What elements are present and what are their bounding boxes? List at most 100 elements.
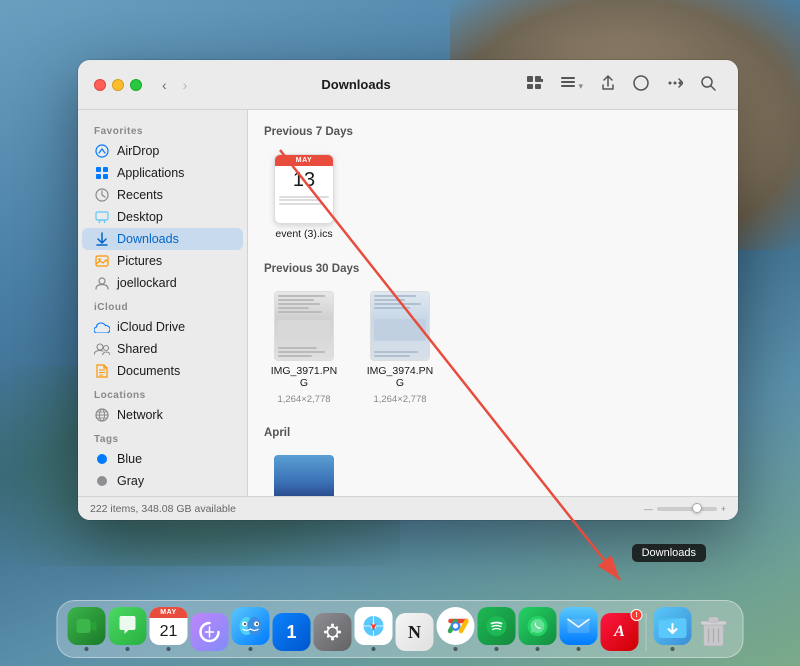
action-button[interactable] <box>661 73 689 96</box>
shared-label: Shared <box>117 342 157 356</box>
downloads-tooltip: Downloads <box>632 544 706 562</box>
slider-track <box>657 507 717 511</box>
img-3971-thumbnail <box>274 291 334 361</box>
airdrop-icon <box>94 143 110 159</box>
files-row-7days: MAY 13 event (3).ics <box>264 148 722 247</box>
img-lines-top <box>278 295 330 313</box>
file-area: Previous 7 Days MAY 13 event (3).ics <box>248 110 738 496</box>
zoom-slider[interactable]: — + <box>644 504 726 514</box>
dock-item-finder[interactable] <box>232 607 270 651</box>
maximize-button[interactable] <box>130 79 142 91</box>
file-name-3974: IMG_3974.PNG <box>366 365 434 390</box>
joellockard-label: joellockard <box>117 276 177 290</box>
file-item-img-3974[interactable]: IMG_3974.PNG 1,264×2,778 <box>360 285 440 411</box>
dock: MAY 21 1 <box>57 600 744 658</box>
status-count: 222 items, 348.08 GB available <box>90 503 236 515</box>
documents-label: Documents <box>117 364 180 378</box>
img-lines-bottom <box>278 347 330 357</box>
dock-item-spotify[interactable] <box>478 607 516 651</box>
minimize-button[interactable] <box>112 79 124 91</box>
facetime-icon <box>68 607 106 645</box>
sidebar-item-recents[interactable]: Recents <box>82 184 243 206</box>
file-meta-3971: 1,264×2,778 <box>277 394 330 405</box>
dock-item-trash[interactable] <box>695 613 733 651</box>
dock-item-system-prefs[interactable] <box>314 613 352 651</box>
sidebar-item-airdrop[interactable]: AirDrop <box>82 140 243 162</box>
section-april-header: April <box>264 427 722 439</box>
acrobat-badge: ! <box>631 609 643 621</box>
file-name-3971: IMG_3971.PNG <box>270 365 338 390</box>
recents-label: Recents <box>117 188 163 202</box>
view-grid-button[interactable] <box>521 73 549 96</box>
file-item-event-ics[interactable]: MAY 13 event (3).ics <box>264 148 344 247</box>
whatsapp-dot <box>536 647 540 651</box>
dock-item-arc[interactable] <box>191 613 229 651</box>
close-button[interactable] <box>94 79 106 91</box>
main-content: Favorites AirDrop <box>78 110 738 496</box>
downloads-label: Downloads <box>117 232 179 246</box>
dock-item-mail[interactable] <box>560 607 598 651</box>
file-name-event-ics: event (3).ics <box>275 228 332 241</box>
finder-dot <box>249 647 253 651</box>
dock-item-notion[interactable]: N <box>396 613 434 651</box>
favorites-label: Favorites <box>78 118 247 140</box>
dock-item-whatsapp[interactable] <box>519 607 557 651</box>
sidebar-item-documents[interactable]: Documents <box>82 360 243 382</box>
trash-icon <box>695 613 733 651</box>
recents-icon <box>94 187 110 203</box>
cal-month: MAY <box>275 155 333 166</box>
sidebar-item-pictures[interactable]: Pictures <box>82 250 243 272</box>
dock-item-1password[interactable]: 1 <box>273 613 311 651</box>
sidebar-item-shared[interactable]: Shared <box>82 338 243 360</box>
files-row-april <box>264 449 722 496</box>
cal-day: 13 <box>275 166 333 192</box>
file-item-april[interactable] <box>264 449 344 496</box>
icloud-drive-label: iCloud Drive <box>117 320 185 334</box>
back-button[interactable]: ‹ <box>158 75 171 95</box>
section-30days-header: Previous 30 Days <box>264 263 722 275</box>
calendar-thumbnail: MAY 13 <box>274 154 334 224</box>
tag-gray-icon <box>94 473 110 489</box>
sidebar-item-network[interactable]: Network <box>82 404 243 426</box>
system-prefs-icon <box>314 613 352 651</box>
arc-icon <box>191 613 229 651</box>
dock-item-facetime[interactable] <box>68 607 106 651</box>
sidebar-item-tag-gray[interactable]: Gray <box>82 470 243 492</box>
sidebar-item-tag-blue[interactable]: Blue <box>82 448 243 470</box>
desktop-label: Desktop <box>117 210 163 224</box>
dock-item-messages[interactable] <box>109 607 147 651</box>
section-7days-header: Previous 7 Days <box>264 126 722 138</box>
spotify-icon <box>478 607 516 645</box>
sidebar-item-applications[interactable]: Applications <box>82 162 243 184</box>
sidebar-item-downloads[interactable]: Downloads <box>82 228 243 250</box>
toolbar-buttons: ▾ <box>521 72 722 97</box>
downloads-folder-dot <box>671 647 675 651</box>
view-list-button[interactable]: ▾ <box>555 74 589 95</box>
dock-item-chrome[interactable] <box>437 607 475 651</box>
files-row-30days: IMG_3971.PNG 1,264×2,778 <box>264 285 722 411</box>
shared-icon <box>94 341 110 357</box>
file-item-img-3971[interactable]: IMG_3971.PNG 1,264×2,778 <box>264 285 344 411</box>
zoom-minus: — <box>644 504 653 514</box>
dock-item-acrobat[interactable]: A ! <box>601 613 639 651</box>
share-button[interactable] <box>595 72 621 97</box>
sidebar-item-icloud-drive[interactable]: iCloud Drive <box>82 316 243 338</box>
img-thumb-content <box>275 292 333 360</box>
sidebar-item-desktop[interactable]: Desktop <box>82 206 243 228</box>
notion-icon: N <box>396 613 434 651</box>
tag-button[interactable] <box>627 72 655 97</box>
file-meta-3974: 1,264×2,778 <box>373 394 426 405</box>
window-title: Downloads <box>199 77 513 92</box>
dock-item-calendar[interactable]: MAY 21 <box>150 607 188 651</box>
sidebar: Favorites AirDrop <box>78 110 248 496</box>
downloads-folder-icon <box>654 607 692 645</box>
search-button[interactable] <box>695 73 722 97</box>
pictures-label: Pictures <box>117 254 162 268</box>
documents-icon <box>94 363 110 379</box>
dock-item-safari[interactable] <box>355 607 393 651</box>
safari-icon <box>355 607 393 645</box>
forward-button[interactable]: › <box>179 75 192 95</box>
sidebar-item-joellockard[interactable]: joellockard <box>82 272 243 294</box>
chrome-dot <box>454 647 458 651</box>
dock-item-downloads[interactable] <box>654 607 692 651</box>
